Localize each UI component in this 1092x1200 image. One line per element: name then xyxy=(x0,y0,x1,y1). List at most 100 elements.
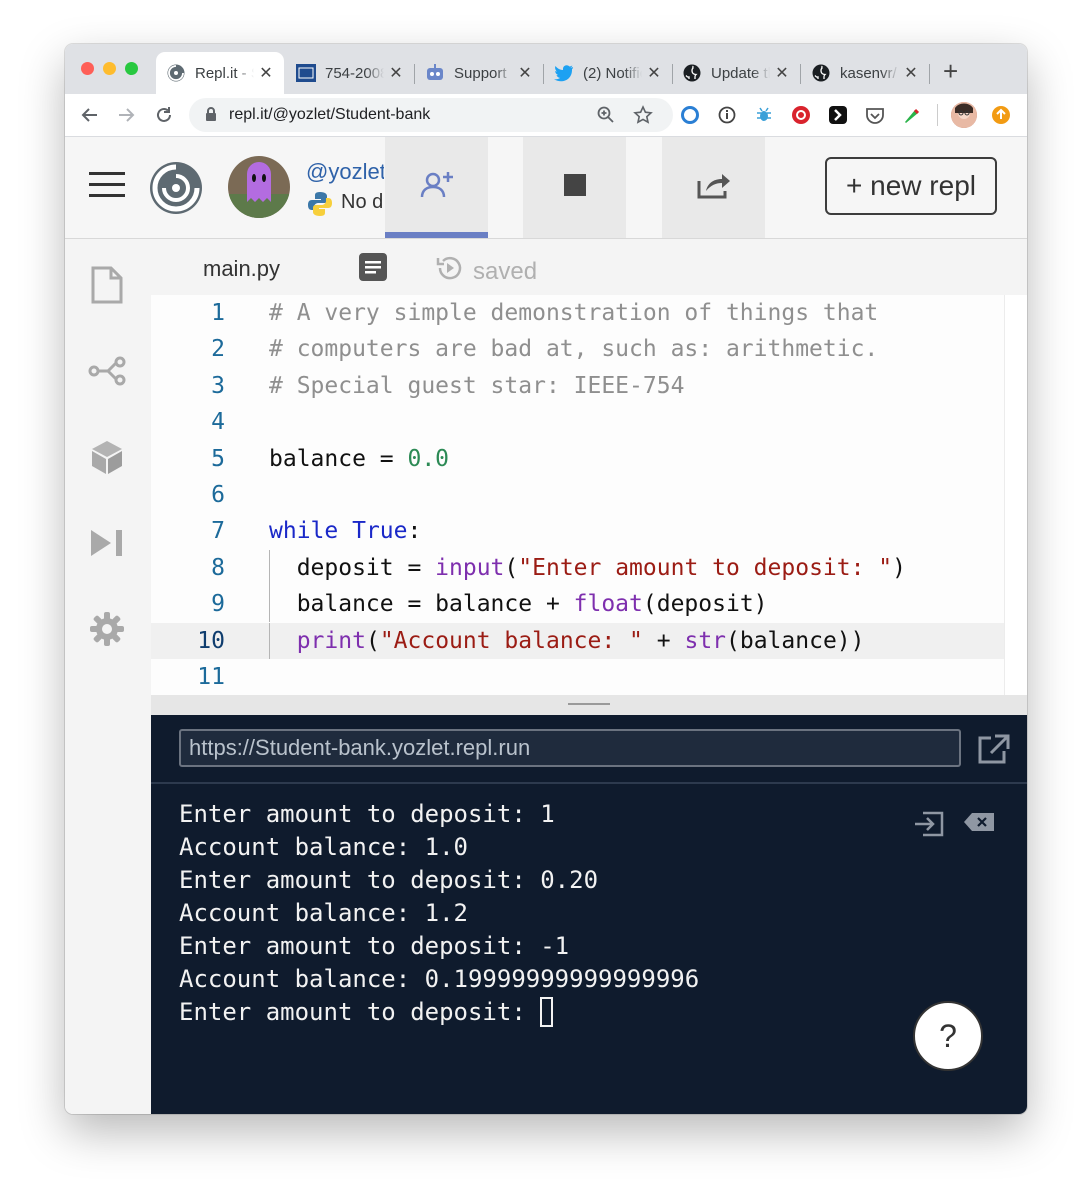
zoom-icon[interactable] xyxy=(597,106,615,129)
code-token: ( xyxy=(504,554,519,581)
code-line[interactable]: 6 xyxy=(151,477,1005,513)
console-output-line: Enter amount to deposit: xyxy=(179,996,554,1029)
browser-tab[interactable]: (2) Notifications✕ xyxy=(544,52,672,94)
invite-button[interactable] xyxy=(385,137,488,238)
username-link[interactable]: @yozlet xyxy=(306,159,384,185)
close-tab-icon[interactable]: ✕ xyxy=(258,63,274,83)
close-tab-icon[interactable]: ✕ xyxy=(903,63,919,83)
browser-tab-title: Support xyxy=(454,64,507,82)
console-output-line: Enter amount to deposit: -1 xyxy=(179,930,569,963)
profile-avatar[interactable] xyxy=(951,102,977,128)
address-bar[interactable]: repl.it/@yozlet/Student-bank xyxy=(189,98,673,132)
bookmark-star-icon[interactable] xyxy=(633,105,653,130)
browser-tab-title: kasenvr/ xyxy=(840,64,897,82)
console-pane[interactable]: https://Student-bank.yozlet.repl.run Ent… xyxy=(151,715,1027,1114)
reload-button[interactable] xyxy=(151,102,177,128)
ieee-icon xyxy=(296,63,316,83)
console-cursor[interactable] xyxy=(540,997,554,1027)
lock-icon xyxy=(205,107,217,127)
console-output-text: Account balance: 1.0 xyxy=(179,833,468,861)
browser-tab[interactable]: 754-2008 ✕ xyxy=(286,52,414,94)
browser-toolbar: repl.it/@yozlet/Student-bank xyxy=(65,94,1027,137)
file-tab-label: main.py xyxy=(203,256,281,281)
update-icon[interactable] xyxy=(991,105,1011,125)
browser-tab[interactable]: kasenvr/ ✕ xyxy=(801,52,929,94)
files-icon[interactable] xyxy=(87,265,127,305)
packages-icon[interactable] xyxy=(87,437,127,477)
pane-resize-handle[interactable] xyxy=(151,695,1027,715)
code-text: print("Account balance: " + str(balance)… xyxy=(269,623,865,659)
console-input-icon[interactable] xyxy=(913,810,945,843)
file-tab-main[interactable]: main.py xyxy=(151,239,341,295)
browser-tab[interactable]: Update the✕ xyxy=(672,52,800,94)
save-status-label: saved xyxy=(473,257,538,285)
arrow-right-icon xyxy=(119,108,135,122)
clear-console-icon[interactable] xyxy=(963,812,995,837)
extension-red-icon[interactable] xyxy=(791,105,811,125)
line-number: 10 xyxy=(197,627,225,654)
active-tab-indicator xyxy=(385,232,488,238)
code-editor[interactable]: 1 # A very simple demonstration of things… xyxy=(151,295,1027,695)
close-window-button[interactable] xyxy=(81,62,94,75)
code-line[interactable]: 7 while True: xyxy=(151,513,1005,549)
format-icon[interactable] xyxy=(359,253,387,286)
console-separator xyxy=(151,782,1027,784)
code-token: float xyxy=(573,591,643,618)
browser-tab[interactable]: Support ✕ xyxy=(415,52,543,94)
code-token: # Special guest star: IEEE-754 xyxy=(269,372,685,399)
pocket-icon[interactable] xyxy=(865,105,885,125)
maximize-window-button[interactable] xyxy=(125,62,138,75)
help-button[interactable]: ? xyxy=(913,1001,983,1071)
browser-tab-title: 754-2008 xyxy=(325,64,384,82)
new-tab-button[interactable]: + xyxy=(943,56,958,86)
minimize-window-button[interactable] xyxy=(103,62,116,75)
repl-run-url-field[interactable]: https://Student-bank.yozlet.repl.run xyxy=(179,729,961,767)
code-text: deposit = input("Enter amount to deposit… xyxy=(269,550,906,586)
github-icon xyxy=(682,63,702,83)
code-token: input xyxy=(435,554,505,581)
stop-button[interactable] xyxy=(523,137,626,238)
code-line[interactable]: 9 balance = balance + float(deposit) xyxy=(151,586,1005,623)
hamburger-menu-icon[interactable] xyxy=(89,171,125,204)
extension-black-icon[interactable] xyxy=(828,105,848,125)
new-repl-button[interactable]: + new repl xyxy=(825,157,997,215)
debugger-icon[interactable] xyxy=(87,523,127,563)
settings-gear-icon[interactable] xyxy=(87,609,127,649)
code-line[interactable]: 2 # computers are bad at, such as: arithm… xyxy=(151,331,1005,367)
extension-info-icon[interactable] xyxy=(717,105,737,125)
extension-brush-icon[interactable] xyxy=(902,105,922,125)
code-token: ( xyxy=(365,627,380,654)
arrow-left-icon xyxy=(81,108,97,122)
extension-bug-icon[interactable] xyxy=(754,105,774,125)
browser-tab[interactable]: Repl.it - Student-bank✕ xyxy=(156,52,284,94)
code-line[interactable]: 8 deposit = input("Enter amount to depos… xyxy=(151,549,1005,586)
stop-icon xyxy=(563,174,586,201)
code-line[interactable]: 11 xyxy=(151,659,1005,695)
code-line[interactable]: 10 print("Account balance: " + str(balan… xyxy=(151,622,1005,659)
code-line[interactable]: 5 balance = 0.0 xyxy=(151,441,1005,477)
sidebar xyxy=(65,239,151,1114)
browser-tab-title: (2) Notifications xyxy=(583,64,642,82)
open-in-new-tab-icon[interactable] xyxy=(977,733,1011,770)
close-tab-icon[interactable]: ✕ xyxy=(646,63,662,83)
user-avatar[interactable] xyxy=(228,156,290,218)
code-token: 0.0 xyxy=(407,445,450,472)
extension-circle-icon[interactable] xyxy=(680,105,700,125)
version-control-icon[interactable] xyxy=(87,351,127,391)
editor-scrollbar[interactable] xyxy=(1004,295,1027,695)
close-tab-icon[interactable]: ✕ xyxy=(388,63,404,83)
close-tab-icon[interactable]: ✕ xyxy=(774,63,790,83)
python-logo-icon xyxy=(307,191,333,222)
code-line[interactable]: 4 xyxy=(151,404,1005,440)
forward-button[interactable] xyxy=(113,102,139,128)
browser-tab-title: Update the xyxy=(711,64,770,82)
code-token: while xyxy=(269,518,339,545)
replit-logo-icon[interactable] xyxy=(149,161,203,220)
line-number: 9 xyxy=(211,591,225,618)
back-button[interactable] xyxy=(77,102,103,128)
close-tab-icon[interactable]: ✕ xyxy=(517,63,533,83)
code-line[interactable]: 3 # Special guest star: IEEE-754 xyxy=(151,368,1005,404)
code-line[interactable]: 1 # A very simple demonstration of things… xyxy=(151,295,1005,331)
history-icon xyxy=(435,254,463,289)
share-button[interactable] xyxy=(662,137,765,238)
